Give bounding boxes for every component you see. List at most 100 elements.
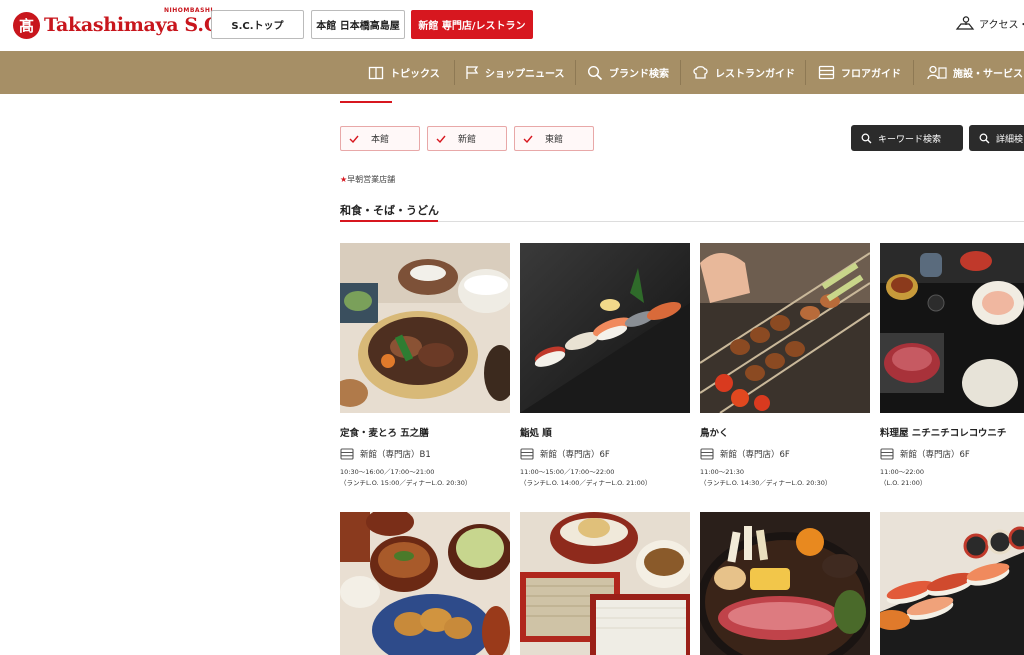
chef-hat-icon <box>693 66 708 79</box>
people-icon <box>927 65 947 80</box>
detail-search-button[interactable]: 詳細検 <box>969 125 1024 151</box>
restaurant-hours: 11:00～22:00 （L.O. 21:00） <box>880 467 1024 489</box>
restaurant-location: 新館（専門店）6F <box>880 448 1024 460</box>
filter-chip-new-building[interactable]: 新館 <box>427 126 507 151</box>
chip-label: 東館 <box>545 135 564 145</box>
search-icon <box>587 65 603 80</box>
logo-subtitle: NIHOMBASHI <box>164 7 214 14</box>
nav-divider <box>575 60 576 85</box>
main-building-button[interactable]: 本館 日本橋高島屋 <box>311 10 405 39</box>
check-icon <box>523 135 533 143</box>
nav-divider <box>454 60 455 85</box>
location-label: 新館（専門店）6F <box>720 450 790 460</box>
nav-item-restaurant-guide[interactable]: レストランガイド <box>692 51 795 94</box>
nav-label: フロアガイド <box>841 69 901 80</box>
floors-icon <box>818 65 835 80</box>
restaurant-card[interactable]: 定食・麦とろ 五之膳 新館（専門店）B1 10:30～16:00／17:00～2… <box>340 243 510 489</box>
search-icon <box>979 133 990 143</box>
hours-line: 11:00～22:00 <box>880 468 924 476</box>
restaurant-card[interactable] <box>520 512 690 655</box>
restaurant-card[interactable]: 鳥かく 新館（専門店）6F 11:00～21:30 （ランチL.O. 14:30… <box>700 243 870 489</box>
location-label: 新館（専門店）B1 <box>360 450 431 460</box>
location-label: 新館（専門店）6F <box>540 450 610 460</box>
restaurant-hours: 10:30～16:00／17:00～21:00 （ランチL.O. 15:00／デ… <box>340 467 510 489</box>
location-label: 新館（専門店）6F <box>900 450 970 460</box>
flag-icon <box>466 66 479 79</box>
logo-mark: 髙 <box>13 11 40 39</box>
section-title: 和食・そば・うどん <box>340 204 439 217</box>
restaurant-photo <box>520 512 690 655</box>
filter-chip-main-building[interactable]: 本館 <box>340 126 420 151</box>
nav-item-shop-news[interactable]: ショップニュース <box>465 51 565 94</box>
restaurant-photo <box>880 243 1024 413</box>
restaurant-name: 定食・麦とろ 五之膳 <box>340 428 429 439</box>
sc-top-button[interactable]: S.C.トップ <box>211 10 304 39</box>
hours-line: 11:00～15:00／17:00～22:00 <box>520 468 615 476</box>
active-tab-indicator <box>340 101 392 103</box>
restaurant-hours: 11:00～21:30 （ランチL.O. 14:30／ディナーL.O. 20:3… <box>700 467 870 489</box>
nav-item-topics[interactable]: トピックス <box>368 51 440 94</box>
restaurant-photo <box>700 243 870 413</box>
restaurant-photo <box>880 512 1024 655</box>
logo-text: Takashimaya NIHOMBASHI <box>44 7 213 36</box>
keyword-search-button[interactable]: キーワード検索 <box>851 125 963 151</box>
restaurant-name: 鮨処 順 <box>520 428 552 439</box>
book-icon <box>368 66 384 79</box>
restaurant-card[interactable]: 鮨処 順 新館（専門店）6F 11:00～15:00／17:00～22:00 （… <box>520 243 690 489</box>
search-icon <box>861 133 872 143</box>
restaurant-card[interactable] <box>340 512 510 655</box>
site-logo[interactable]: 髙 Takashimaya NIHOMBASHI S.C. <box>13 7 225 40</box>
site-header: 髙 Takashimaya NIHOMBASHI S.C. S.C.トップ 本館… <box>0 0 1024 51</box>
restaurant-card[interactable] <box>880 512 1024 655</box>
hours-note: （ランチL.O. 14:30／ディナーL.O. 20:30） <box>700 479 832 487</box>
hours-note: （ランチL.O. 15:00／ディナーL.O. 20:30） <box>340 479 472 487</box>
detail-search-label: 詳細検 <box>996 134 1024 145</box>
chip-label: 新館 <box>458 135 477 145</box>
hours-note: （ランチL.O. 14:00／ディナーL.O. 21:00） <box>520 479 652 487</box>
filter-chip-east-building[interactable]: 東館 <box>514 126 594 151</box>
early-hours-label: 早朝営業店舗 <box>347 175 396 184</box>
check-icon <box>349 135 359 143</box>
restaurant-card[interactable] <box>700 512 870 655</box>
chip-label: 本館 <box>371 135 390 145</box>
nav-item-floor-guide[interactable]: フロアガイド <box>818 51 901 94</box>
nav-label: ショップニュース <box>485 69 565 80</box>
nav-label: ブランド検索 <box>609 69 669 80</box>
restaurant-location: 新館（専門店）6F <box>700 448 870 460</box>
nav-label: 施設・サービス <box>953 69 1023 80</box>
nav-label: レストランガイド <box>715 69 795 80</box>
nav-divider <box>680 60 681 85</box>
nav-item-facilities[interactable]: 施設・サービス <box>927 51 1023 94</box>
restaurant-photo <box>340 243 510 413</box>
nav-divider <box>805 60 806 85</box>
nav-item-brand-search[interactable]: ブランド検索 <box>587 51 669 94</box>
access-link[interactable]: アクセス・ <box>955 15 1024 31</box>
keyword-search-label: キーワード検索 <box>878 134 942 145</box>
logo-wordmark: Takashimaya <box>44 14 179 36</box>
restaurant-location: 新館（専門店）6F <box>520 448 690 460</box>
early-hours-note: ★早朝営業店舗 <box>340 174 395 185</box>
restaurant-hours: 11:00～15:00／17:00～22:00 （ランチL.O. 14:00／デ… <box>520 467 690 489</box>
check-icon <box>436 135 446 143</box>
restaurant-photo <box>700 512 870 655</box>
nav-label: トピックス <box>390 69 440 80</box>
restaurant-photo <box>520 243 690 413</box>
hours-line: 11:00～21:30 <box>700 468 744 476</box>
building-icon <box>340 448 354 460</box>
access-label: アクセス・ <box>979 19 1024 31</box>
restaurant-photo <box>340 512 510 655</box>
section-divider <box>340 221 1024 222</box>
hours-line: 10:30～16:00／17:00～21:00 <box>340 468 435 476</box>
building-icon <box>880 448 894 460</box>
restaurant-location: 新館（専門店）B1 <box>340 448 510 460</box>
main-nav: トピックス ショップニュース ブランド検索 レストランガイド フロアガイド 施設… <box>0 51 1024 94</box>
building-icon <box>700 448 714 460</box>
building-icon <box>520 448 534 460</box>
restaurant-card[interactable]: 料理屋 ニチニチコレコウニチ 新館（専門店）6F 11:00～22:00 （L.… <box>880 243 1024 489</box>
access-icon <box>955 16 975 30</box>
restaurant-name: 鳥かく <box>700 428 729 439</box>
section-title-underline <box>340 220 438 222</box>
restaurant-name: 料理屋 ニチニチコレコウニチ <box>880 428 1007 439</box>
nav-divider <box>913 60 914 85</box>
new-building-button[interactable]: 新館 専門店/レストラン <box>411 10 533 39</box>
